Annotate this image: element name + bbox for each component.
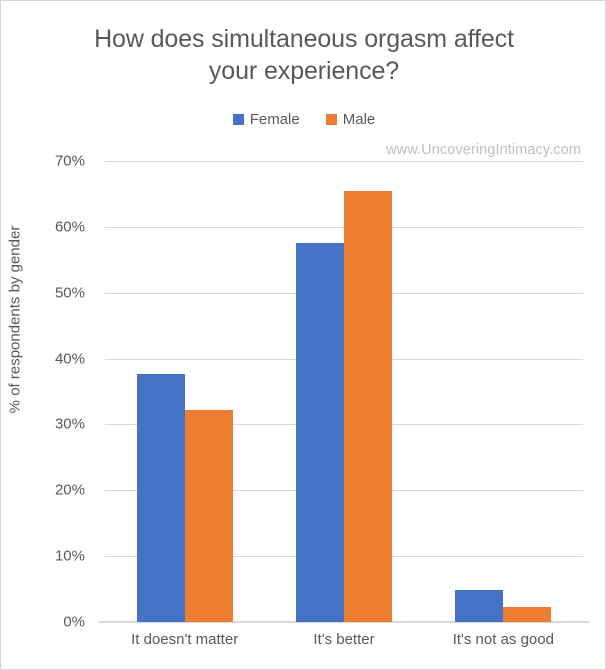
legend-swatch-icon — [325, 114, 337, 125]
chart-title: How does simultaneous orgasm affect your… — [41, 23, 567, 87]
bar-female-2[interactable] — [455, 589, 504, 622]
y-axis-tick-label: 50% — [54, 284, 85, 302]
legend-entry-male[interactable]: Male — [325, 111, 376, 128]
bar-male-2[interactable] — [503, 606, 552, 622]
y-axis-tick-label: 70% — [54, 152, 85, 170]
chart-legend: Female Male — [1, 111, 605, 128]
y-axis-tick-label: 0% — [63, 613, 85, 631]
y-axis-tick-label: 20% — [54, 481, 85, 499]
legend-label: Female — [249, 111, 300, 128]
x-axis-category-label: It doesn't matter — [131, 631, 239, 648]
bar-female-1[interactable] — [296, 243, 344, 622]
bar-male-1[interactable] — [344, 191, 392, 622]
x-axis-category-label: It's better — [313, 631, 375, 648]
bar-male-0[interactable] — [184, 409, 233, 622]
gridline — [105, 161, 583, 162]
legend-entry-female[interactable]: Female — [232, 111, 300, 128]
x-axis-category-labels: It doesn't matter It's better It's not as … — [105, 631, 583, 661]
chart-title-line-2: your experience? — [208, 57, 400, 85]
legend-label: Male — [342, 111, 376, 128]
watermark-text: www.UncoveringIntimacy.com — [386, 142, 581, 158]
y-axis-tick-label: 30% — [54, 415, 85, 433]
chart-title-line-1: How does simultaneous orgasm affect — [94, 25, 514, 53]
y-axis-tick-label: 60% — [54, 218, 85, 236]
legend-swatch-icon — [232, 114, 244, 125]
y-axis-tick-labels: 0% 10% 20% 30% 40% 50% 60% 70% — [31, 153, 95, 631]
y-axis-tick-label: 10% — [54, 547, 85, 565]
plot-area — [99, 161, 589, 623]
bar-female-0[interactable] — [136, 373, 185, 622]
x-axis-category-label: It's not as good — [452, 631, 554, 648]
y-axis-title: % of respondents by gender — [6, 225, 24, 414]
y-axis-tick-label: 40% — [54, 350, 85, 368]
chart-container: How does simultaneous orgasm affect your… — [0, 0, 606, 670]
